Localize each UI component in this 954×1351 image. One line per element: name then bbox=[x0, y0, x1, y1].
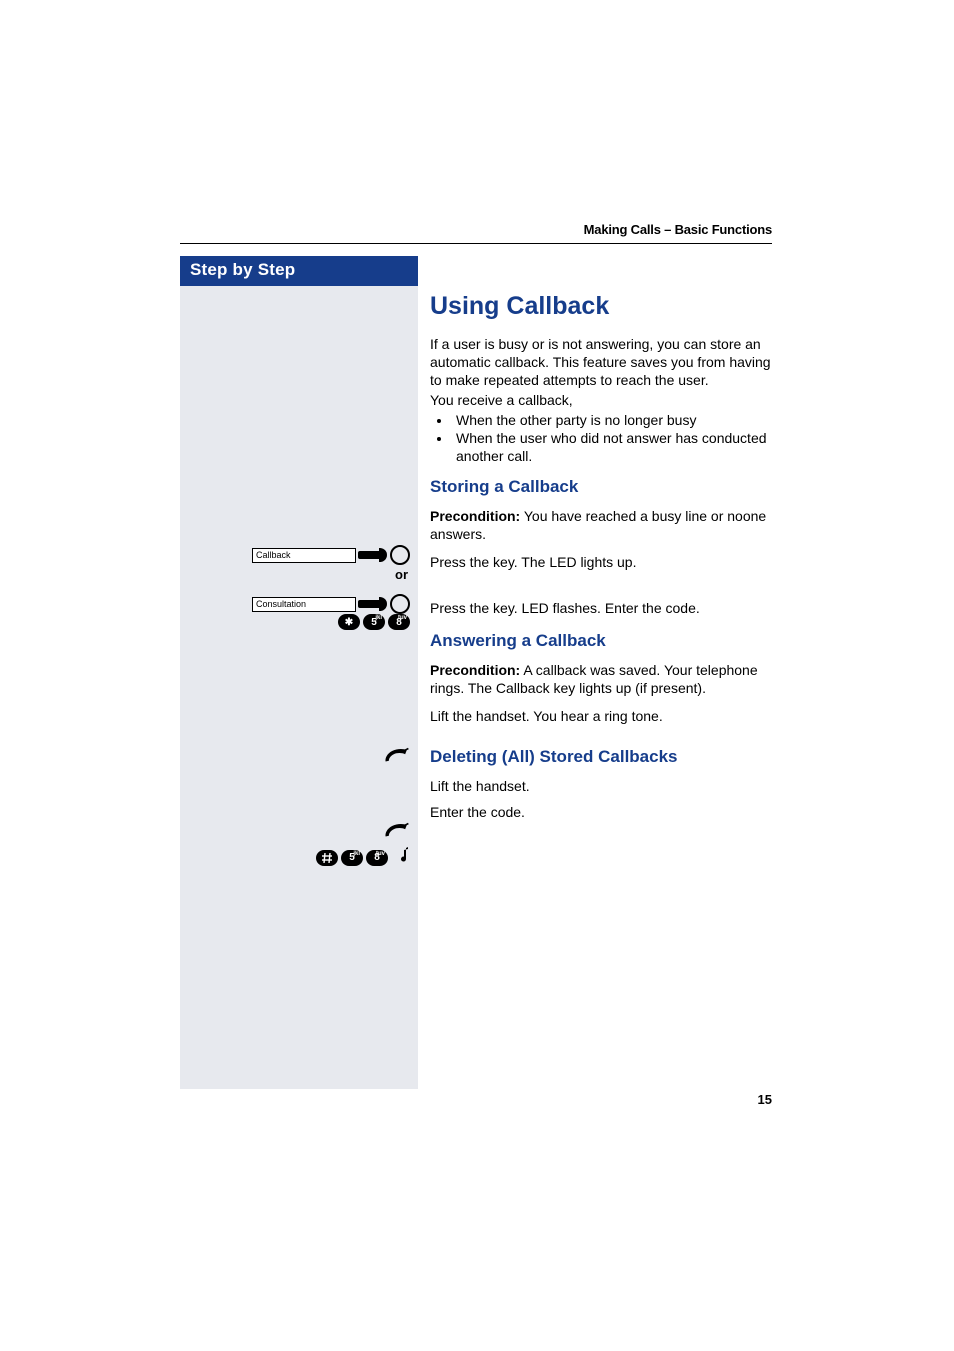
section-title: Making Calls – Basic Functions bbox=[584, 222, 772, 237]
answering-title: Answering a Callback bbox=[430, 631, 772, 651]
page-title: Using Callback bbox=[430, 292, 772, 321]
main-content: Using Callback If a user is busy or is n… bbox=[418, 256, 772, 1089]
dial-key-5: 5jkl bbox=[341, 850, 363, 866]
deleting-step2: Enter the code. bbox=[430, 803, 772, 821]
precond-label: Precondition: bbox=[430, 508, 520, 524]
dial-key-5: 5jkl bbox=[363, 614, 385, 630]
dial-key-hash bbox=[316, 850, 338, 866]
bullet-item: When the other party is no longer busy bbox=[452, 411, 772, 429]
key-row-callback: Callback bbox=[252, 545, 410, 565]
led-icon bbox=[358, 594, 410, 614]
key-label-callback: Callback bbox=[252, 548, 356, 563]
bullet-item: When the user who did not answer has con… bbox=[452, 429, 772, 465]
dial-key-star: ✱ bbox=[338, 614, 360, 630]
precond-label: Precondition: bbox=[430, 662, 520, 678]
key-row-consultation: Consultation bbox=[252, 594, 410, 614]
handset-row-delete bbox=[384, 821, 410, 844]
answering-precondition: Precondition: A callback was saved. Your… bbox=[430, 661, 772, 697]
handset-row-answer bbox=[384, 746, 410, 769]
or-label: or bbox=[395, 567, 408, 582]
deleting-step1: Lift the handset. bbox=[430, 777, 772, 795]
tone-icon bbox=[396, 846, 410, 869]
intro-paragraph-1: If a user is busy or is not answering, y… bbox=[430, 335, 772, 389]
storing-step1: Press the key. The LED lights up. bbox=[430, 553, 772, 571]
dial-key-8: 8tuv bbox=[388, 614, 410, 630]
led-icon bbox=[358, 545, 410, 565]
page-number: 15 bbox=[758, 1092, 772, 1107]
storing-title: Storing a Callback bbox=[430, 477, 772, 497]
page: Making Calls – Basic Functions Step by S… bbox=[0, 0, 954, 1351]
storing-step2: Press the key. LED flashes. Enter the co… bbox=[430, 599, 772, 617]
sidebar: Step by Step Callback or Consultation bbox=[180, 256, 418, 1089]
deleting-title: Deleting (All) Stored Callbacks bbox=[430, 747, 772, 767]
intro-bullets: When the other party is no longer busy W… bbox=[430, 411, 772, 465]
answering-step1: Lift the handset. You hear a ring tone. bbox=[430, 707, 772, 725]
storing-precondition: Precondition: You have reached a busy li… bbox=[430, 507, 772, 543]
code-delete: 5jkl 8tuv bbox=[316, 846, 410, 869]
handset-icon bbox=[384, 746, 410, 769]
code-store: ✱ 5jkl 8tuv bbox=[338, 614, 410, 630]
content-columns: Step by Step Callback or Consultation bbox=[180, 256, 772, 1089]
intro-paragraph-2: You receive a callback, bbox=[430, 391, 772, 409]
dial-key-8: 8tuv bbox=[366, 850, 388, 866]
handset-icon bbox=[384, 821, 410, 844]
running-header: Making Calls – Basic Functions bbox=[180, 222, 772, 244]
key-label-consultation: Consultation bbox=[252, 597, 356, 612]
sidebar-title: Step by Step bbox=[180, 256, 418, 286]
